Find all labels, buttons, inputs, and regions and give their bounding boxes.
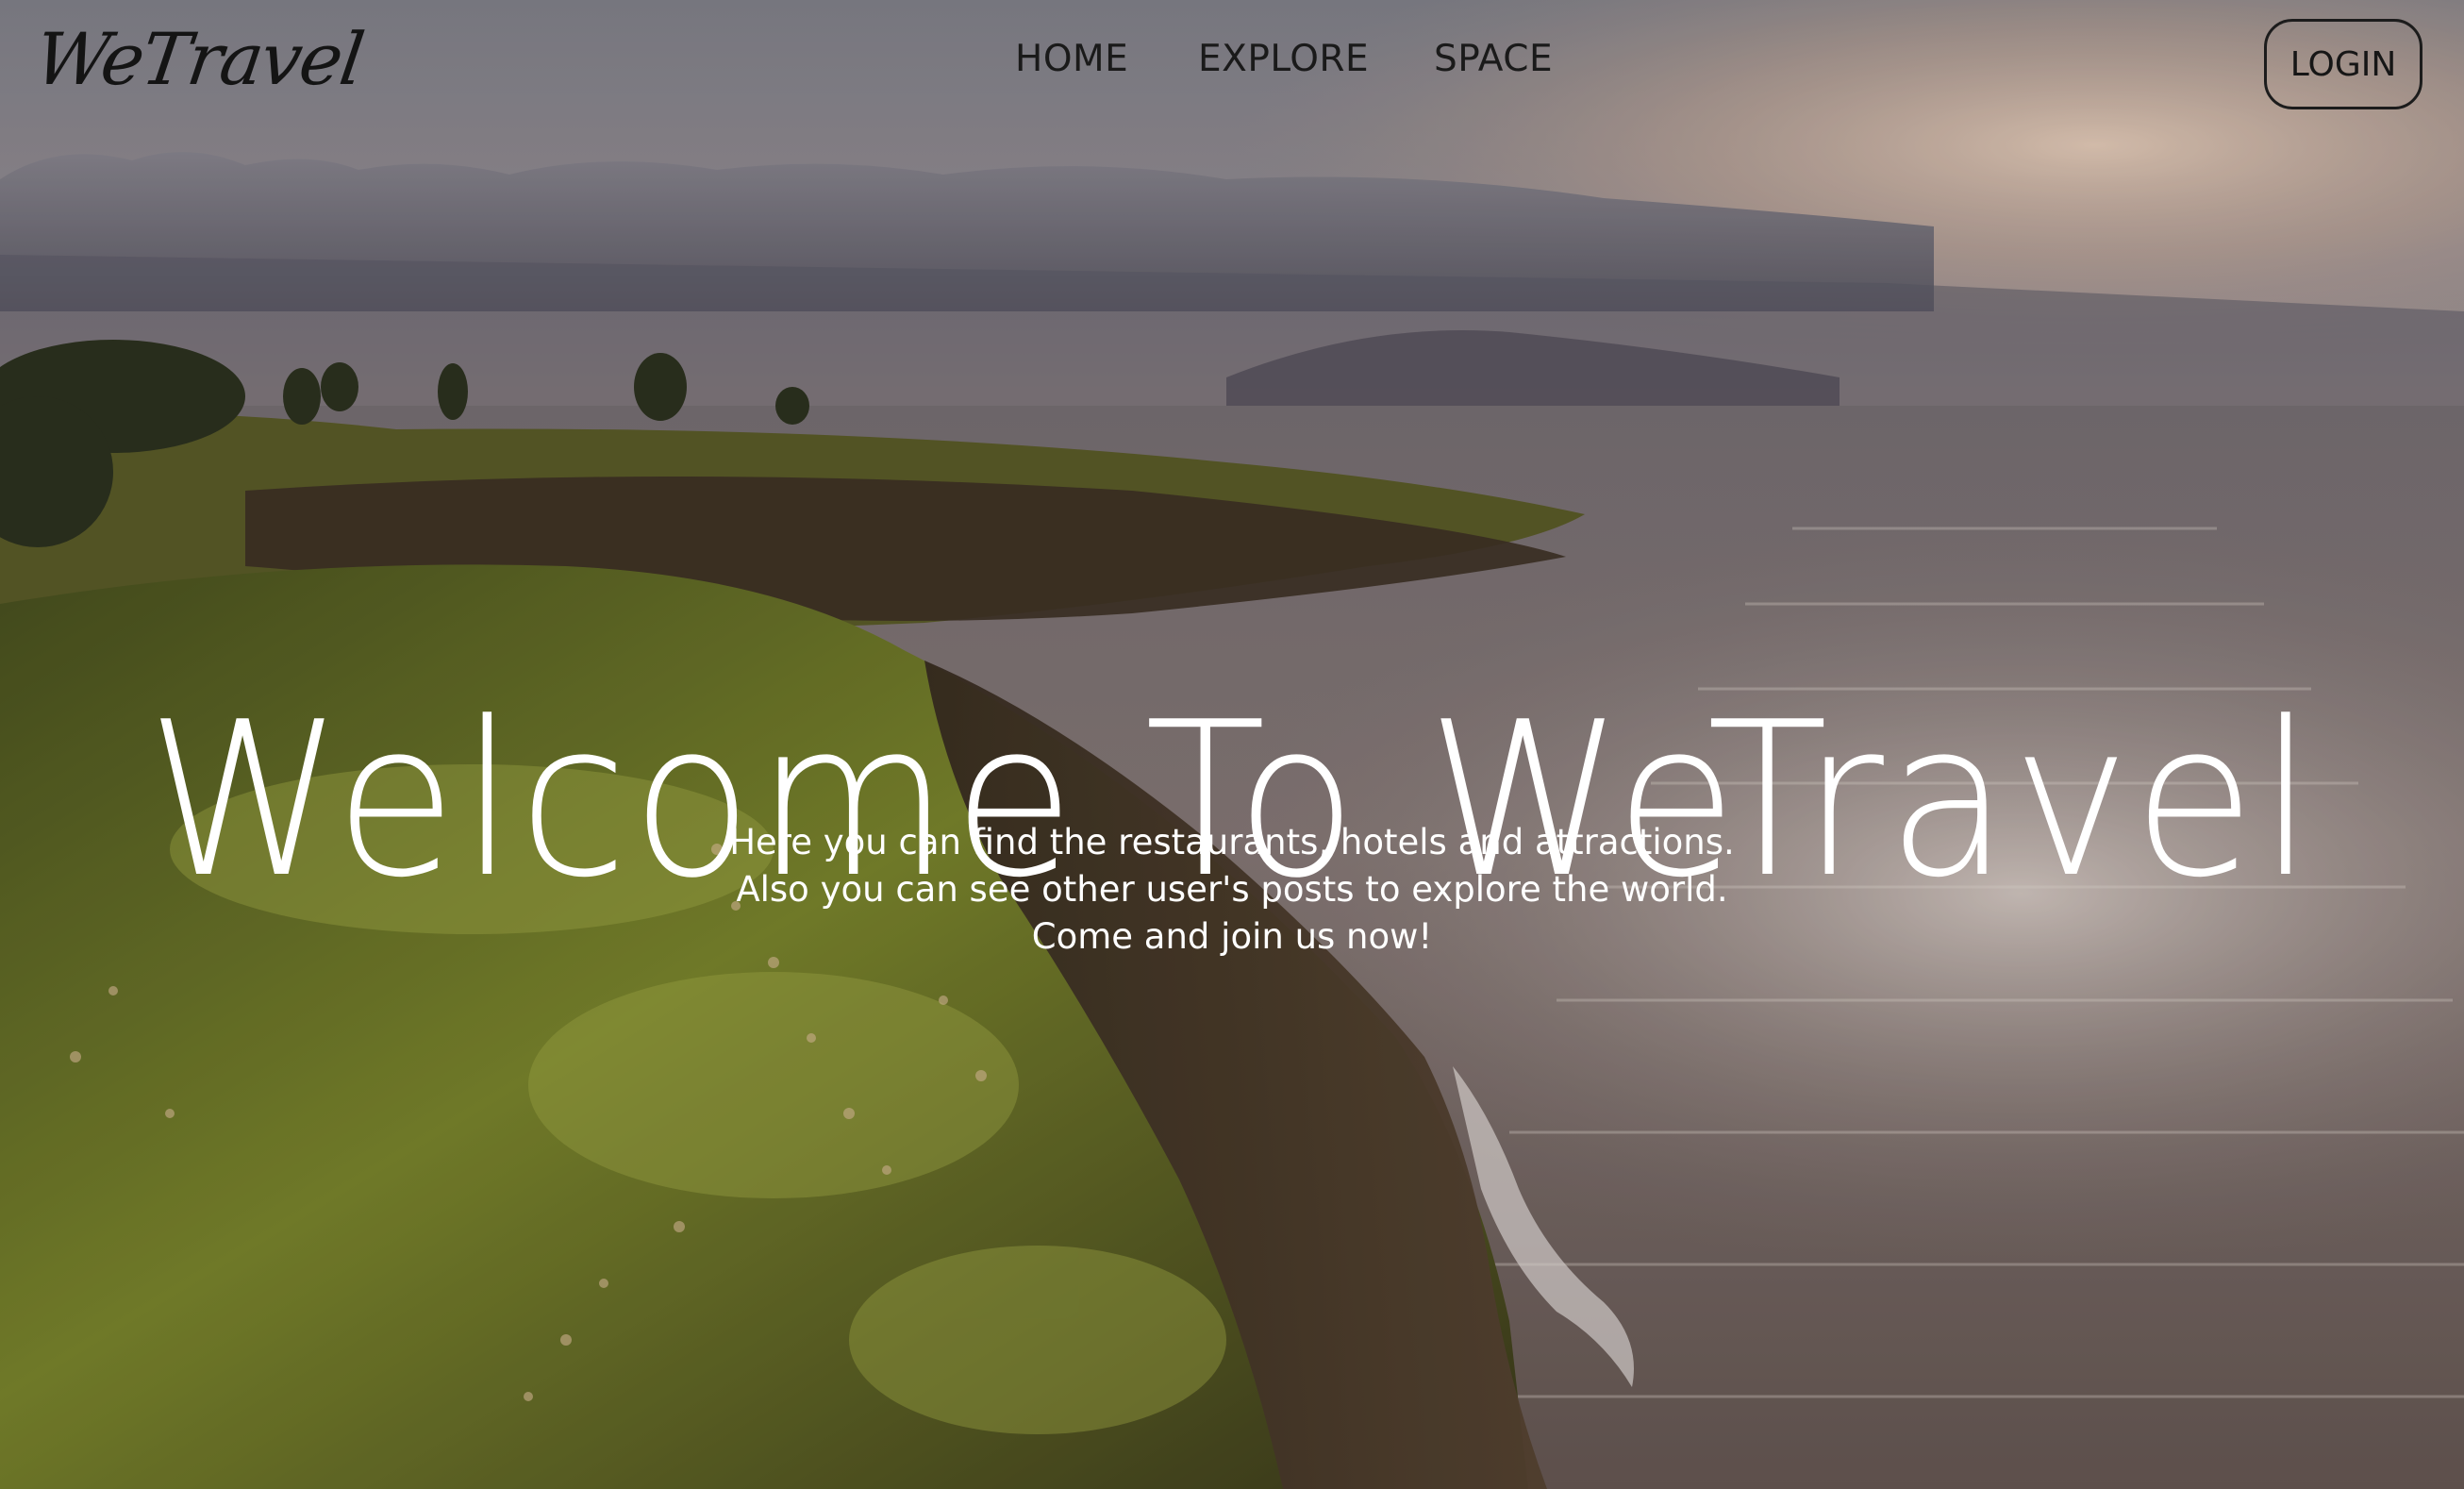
nav-item-home[interactable]: HOME [1015, 38, 1128, 80]
hero-subtitle: Here you can find the restaurants, hotel… [0, 819, 2464, 961]
wetravel-logo[interactable]: WeTravel [30, 17, 368, 101]
hero-subtitle-line: Also you can see other user's posts to e… [736, 869, 1728, 910]
nav-item-explore[interactable]: EXPLORE [1198, 38, 1369, 80]
hero-subtitle-line: Come and join us now! [1031, 916, 1433, 957]
top-navbar: WeTravel HOME EXPLORE SPACE LOGIN [0, 0, 2464, 132]
nav-item-space[interactable]: SPACE [1434, 38, 1553, 80]
landing-page: WeTravel HOME EXPLORE SPACE LOGIN Welcom… [0, 0, 2464, 1489]
hero-subtitle-line: Here you can find the restaurants, hotel… [729, 822, 1735, 862]
login-button[interactable]: LOGIN [2264, 19, 2422, 109]
